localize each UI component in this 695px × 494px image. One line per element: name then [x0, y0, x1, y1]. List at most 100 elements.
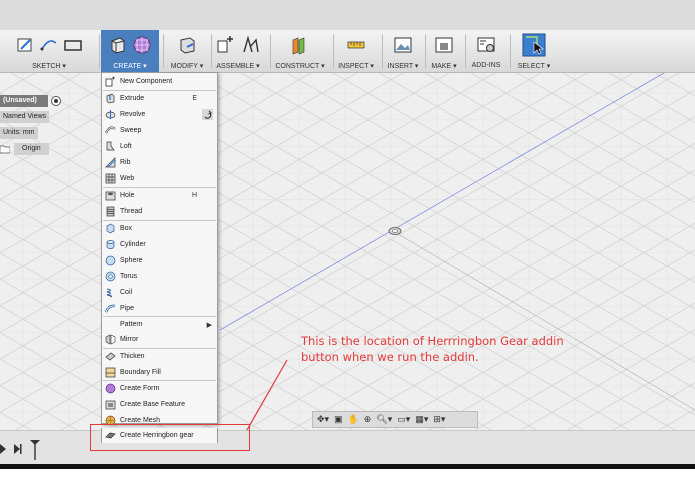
origin-node[interactable]: Origin: [0, 142, 70, 156]
scripts-addins-icon[interactable]: [476, 35, 496, 55]
modify-tool-group[interactable]: MODIFY ▾: [165, 30, 209, 73]
menu-item-label: Cylinder: [120, 241, 146, 248]
press-pull-icon[interactable]: [177, 35, 197, 55]
menu-item-torus[interactable]: Torus: [102, 269, 217, 284]
create-sketch-icon[interactable]: [15, 35, 35, 55]
make-tool-group[interactable]: MAKE ▾: [427, 30, 461, 73]
menu-item-label: Box: [120, 225, 133, 232]
menu-item-thicken[interactable]: Thicken: [102, 349, 217, 364]
menu-item-pattern[interactable]: Pattern ▶: [102, 317, 217, 332]
select-tool-group[interactable]: SELECT ▾: [513, 30, 555, 73]
menu-item-thread[interactable]: Thread: [102, 204, 217, 219]
menu-item-hole[interactable]: Hole H: [102, 188, 217, 203]
grid-settings-icon[interactable]: ▦▾: [415, 414, 428, 425]
inspect-tool-group[interactable]: INSPECT ▾: [335, 30, 377, 73]
menu-item-label: Extrude: [120, 95, 145, 102]
sweep-icon: [105, 126, 116, 134]
joint-icon[interactable]: [240, 35, 260, 55]
step-end-icon[interactable]: [14, 444, 22, 454]
play-icon[interactable]: [0, 444, 6, 454]
document-node[interactable]: (Unsaved): [0, 94, 70, 108]
menu-item-label: Pipe: [120, 305, 135, 312]
active-radio-icon[interactable]: [51, 96, 61, 106]
menu-item-revolve[interactable]: Revolve: [102, 107, 217, 122]
menu-item-rib[interactable]: Rib: [102, 155, 217, 170]
offset-plane-icon[interactable]: [290, 35, 310, 55]
menu-item-label: Loft: [120, 143, 132, 150]
3d-print-icon[interactable]: [434, 35, 454, 55]
redo-icon[interactable]: [202, 109, 213, 120]
web-icon: [105, 173, 116, 184]
insert-image-icon[interactable]: [393, 35, 413, 55]
rib-icon: [105, 157, 116, 168]
viewports-icon[interactable]: ⊞▾: [433, 414, 445, 425]
menu-item-boundary-fill[interactable]: Boundary Fill: [102, 365, 217, 380]
select-menu-label: SELECT ▾: [517, 63, 551, 70]
named-views-label: Named Views: [0, 111, 50, 123]
timeline-marker-icon[interactable]: [30, 440, 40, 460]
create-dropdown-menu: New Component Extrude E Revolve Sweep Lo…: [101, 72, 218, 426]
menu-item-new-component[interactable]: New Component: [102, 74, 217, 89]
menu-item-mirror[interactable]: Mirror: [102, 332, 217, 347]
named-views-node[interactable]: Named Views: [0, 110, 70, 124]
menu-item-box[interactable]: Box: [102, 221, 217, 236]
timeline-controls: [0, 440, 40, 460]
menu-item-cylinder[interactable]: Cylinder: [102, 237, 217, 252]
select-cursor-icon[interactable]: [522, 33, 546, 57]
menu-item-coil[interactable]: Coil: [102, 285, 217, 300]
menu-item-sphere[interactable]: Sphere: [102, 253, 217, 268]
sketch-tool-group[interactable]: SKETCH ▾: [10, 30, 88, 73]
menu-item-create-form[interactable]: Create Form: [102, 381, 217, 396]
look-at-icon[interactable]: ▣: [334, 414, 343, 425]
create-menu-label: CREATE ▾: [113, 63, 147, 70]
mirror-icon: [105, 334, 116, 345]
menu-item-sweep[interactable]: Sweep: [102, 123, 217, 138]
new-component-icon: [105, 76, 115, 87]
construct-menu-label: CONSTRUCT ▾: [275, 63, 325, 70]
construct-tool-group[interactable]: CONSTRUCT ▾: [272, 30, 328, 73]
insert-menu-label: INSERT ▾: [387, 63, 419, 70]
new-component-icon[interactable]: [216, 35, 236, 55]
modify-menu-label: MODIFY ▾: [170, 63, 204, 70]
base-feature-icon: [105, 400, 116, 410]
menu-item-loft[interactable]: Loft: [102, 139, 217, 154]
folder-icon: [0, 145, 10, 154]
add-ins-menu-label: ADD-INS: [471, 62, 501, 69]
menu-item-label: Create Form: [120, 385, 160, 392]
measure-icon[interactable]: [346, 35, 366, 55]
origin-marker-icon: [388, 227, 402, 235]
menu-item-extrude[interactable]: Extrude E: [102, 91, 217, 106]
pan-icon[interactable]: ✋: [348, 414, 359, 425]
menu-item-label: Create Mesh: [120, 417, 161, 424]
insert-tool-group[interactable]: INSERT ▾: [384, 30, 422, 73]
menu-item-label: Pattern: [120, 321, 143, 328]
display-settings-icon[interactable]: ▭▾: [397, 414, 410, 425]
torus-icon: [105, 271, 116, 282]
sketch-menu-label: SKETCH ▾: [32, 63, 66, 70]
annotation-line-1: This is the location of Herrringbon Gear…: [301, 334, 564, 348]
orbit-icon[interactable]: ✥▾: [317, 414, 329, 425]
zoom-window-icon[interactable]: 🔍︎▾: [376, 414, 392, 425]
units-node[interactable]: Units: mm: [0, 126, 70, 140]
assemble-tool-group[interactable]: ASSEMBLE ▾: [213, 30, 263, 73]
boundary-fill-icon: [105, 367, 116, 378]
create-tool-group[interactable]: CREATE ▾: [101, 30, 159, 73]
menu-item-pipe[interactable]: Pipe: [102, 301, 217, 316]
cylinder-icon: [106, 240, 115, 249]
menu-item-label: Sweep: [120, 127, 142, 134]
form-icon[interactable]: [132, 35, 152, 55]
menu-item-label: Torus: [120, 273, 138, 280]
loft-icon: [106, 141, 115, 151]
extrude-icon[interactable]: [108, 35, 128, 55]
zoom-icon[interactable]: ⊕: [364, 414, 372, 425]
browser-panel: (Unsaved) Named Views Units: mm Origin: [0, 94, 70, 158]
menu-item-label: Coil: [120, 289, 133, 296]
thicken-icon: [105, 352, 116, 361]
line-icon[interactable]: [39, 35, 59, 55]
add-ins-tool-group[interactable]: ADD-INS: [467, 30, 505, 73]
menu-item-create-base-feature[interactable]: Create Base Feature: [102, 397, 217, 412]
submenu-arrow-icon: ▶: [206, 321, 212, 329]
rectangle-icon[interactable]: [63, 35, 83, 55]
menu-item-web[interactable]: Web: [102, 171, 217, 186]
assemble-menu-label: ASSEMBLE ▾: [216, 63, 260, 70]
